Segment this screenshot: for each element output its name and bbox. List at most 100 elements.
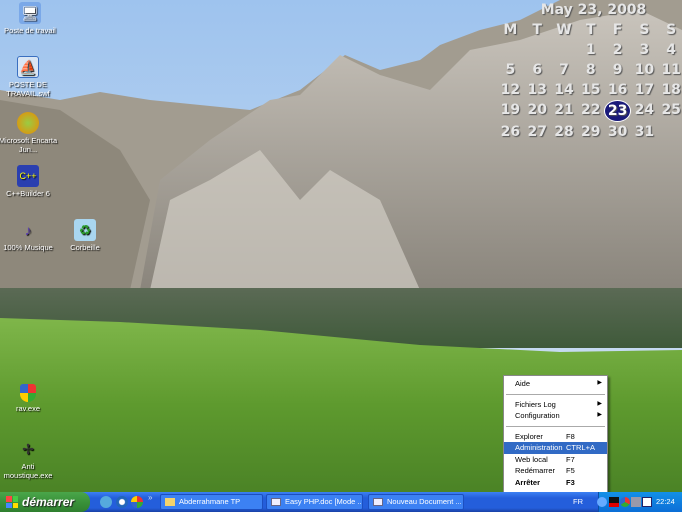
calendar-day: 31 — [634, 124, 655, 140]
calendar-day: 19 — [500, 102, 521, 118]
weekday-header: T — [586, 22, 596, 38]
calendar-day: 1 — [585, 42, 596, 58]
computer-icon: 🖥 — [19, 2, 41, 24]
show-desktop-icon[interactable] — [100, 496, 112, 508]
calendar-day: 8 — [585, 62, 596, 78]
menu-item-administration[interactable]: Administration CTRL+A — [504, 442, 607, 454]
calendar-day: 30 — [607, 124, 628, 140]
calendar-day: 12 — [500, 82, 521, 98]
menu-item-label: Administration — [515, 443, 563, 452]
calendar-day: 25 — [661, 102, 681, 118]
shield-icon — [20, 384, 36, 402]
menu-item-configuration[interactable]: Configuration ▶ — [504, 410, 607, 422]
calendar-day: 27 — [527, 124, 547, 140]
weekday-header: F — [612, 22, 623, 38]
menu-item-web-local[interactable]: Web local F7 — [504, 454, 607, 466]
calendar-day: 2 — [612, 42, 623, 58]
calendar-day: 15 — [581, 82, 601, 98]
weekday-header: T — [532, 22, 542, 38]
menu-item-label: Redémarrer — [515, 466, 556, 475]
calendar-day: 18 — [661, 82, 681, 98]
windows-logo-icon — [6, 496, 18, 508]
calendar-blank — [497, 40, 524, 60]
menu-separator — [506, 393, 605, 395]
word-doc-icon — [271, 498, 281, 506]
calendar-day: 13 — [527, 82, 547, 98]
easyphp-tray-icon[interactable] — [609, 497, 619, 507]
menu-item-shortcut: F3 — [566, 477, 575, 487]
menu-item-shortcut: CTRL+A — [566, 443, 595, 452]
calendar-day: 29 — [581, 124, 601, 140]
calendar-day: 10 — [634, 62, 655, 78]
calendar-day: 14 — [554, 82, 574, 98]
task-button-abderrahmane[interactable]: Abderrahmane TP — [160, 494, 263, 510]
desktop-icon-musique[interactable]: ♪ 100% Musique — [0, 219, 58, 253]
calendar-blank — [551, 40, 578, 60]
calendar-grid: M T W T F S S 1 2 3 4 5 6 7 8 9 10 11 12 13 14 15 16 17 18 19 20 21… — [497, 20, 682, 142]
menu-item-shortcut: F5 — [566, 466, 575, 475]
calendar-day: 20 — [527, 102, 547, 118]
desktop-icon-poste-swf[interactable]: ⛵ POSTE DE TRAVAIL.swf — [0, 56, 58, 98]
cppbuilder-icon: C++ — [17, 165, 39, 187]
tray-collapse-icon[interactable] — [597, 497, 607, 507]
menu-separator — [506, 425, 605, 427]
antivirus-tray-icon[interactable] — [620, 497, 630, 507]
desktop-icon-corbeille[interactable]: ♻ Corbeille — [55, 219, 115, 252]
task-button-nouveau-document[interactable]: Nouveau Document ... — [368, 494, 464, 510]
folder-icon — [165, 498, 175, 506]
desktop-icon-poste-de-travail[interactable]: 🖥 Poste de travail — [0, 2, 60, 35]
task-button-easyphp-doc[interactable]: Easy PHP.doc [Mode ... — [266, 494, 363, 510]
calendar-day: 16 — [607, 82, 628, 98]
calendar-day: 24 — [634, 102, 655, 118]
msn-icon[interactable] — [131, 496, 143, 508]
menu-item-label: Fichiers Log — [515, 399, 556, 409]
calendar-day-today: 23 — [604, 100, 631, 122]
calendar-day: 28 — [554, 124, 574, 140]
calendar-widget: May 23, 2008 M T W T F S S 1 2 3 4 5 6 7 8 9 10 11 12 13 14 1… — [497, 0, 682, 142]
calendar-day: 4 — [666, 42, 677, 58]
desktop-icon-rav[interactable]: rav.exe — [0, 384, 58, 413]
calendar-day: 7 — [559, 62, 569, 78]
language-indicator[interactable]: FR — [573, 492, 583, 512]
submenu-arrow-icon: ▶ — [597, 412, 602, 418]
menu-item-shortcut: F7 — [566, 454, 575, 464]
quicklaunch-more-button[interactable]: » — [148, 493, 152, 502]
music-icon: ♪ — [24, 221, 32, 238]
calendar-day: 21 — [554, 102, 574, 118]
encarta-icon — [17, 112, 39, 134]
menu-item-explorer[interactable]: Explorer F8 — [504, 431, 607, 443]
menu-item-label: Explorer — [515, 431, 543, 441]
calendar-day: 17 — [634, 82, 655, 98]
network-tray-icon[interactable] — [631, 497, 641, 507]
desktop-icon-anti-moustique[interactable]: ✢ Anti moustique.exe — [0, 438, 58, 481]
desktop-icon-encarta[interactable]: Microsoft Encarta Jun... — [0, 112, 58, 154]
flash-file-icon: ⛵ — [17, 56, 39, 78]
menu-item-shortcut: F8 — [566, 431, 575, 441]
menu-item-red-marrer[interactable]: Redémarrer F5 — [504, 465, 607, 477]
menu-item-label: Configuration — [515, 411, 560, 420]
recycle-bin-icon: ♻ — [74, 219, 96, 241]
menu-item-fichiers-log[interactable]: Fichiers Log ▶ — [504, 399, 607, 411]
calendar-day: 6 — [532, 62, 543, 78]
taskbar: démarrer » Abderrahmane TP Easy PHP.doc … — [0, 492, 682, 512]
calendar-day: 3 — [639, 42, 650, 58]
calendar-day: 22 — [581, 102, 601, 118]
weekday-header: S — [639, 22, 650, 38]
submenu-arrow-icon: ▶ — [597, 400, 602, 407]
desktop-icon-cppbuilder[interactable]: C++ C++Builder 6 — [0, 165, 58, 198]
start-button[interactable]: démarrer — [0, 492, 90, 512]
system-tray: 22:24 — [597, 492, 682, 512]
media-player-icon[interactable] — [116, 496, 128, 508]
clock[interactable]: 22:24 — [656, 492, 675, 512]
weekday-header: M — [503, 22, 518, 38]
calendar-day: 5 — [505, 62, 516, 78]
menu-item-label: Web local — [515, 454, 548, 464]
submenu-arrow-icon: ▶ — [597, 380, 602, 386]
calendar-blank — [524, 40, 551, 60]
menu-item-label: Arrêter — [515, 477, 541, 487]
menu-item-arr-ter[interactable]: Arrêter F3 — [504, 477, 607, 489]
menu-item-label: Aide — [515, 379, 531, 388]
app-tray-icon[interactable] — [642, 497, 652, 507]
weekday-header: S — [666, 22, 677, 38]
menu-item-aide[interactable]: Aide ▶ — [504, 378, 607, 390]
